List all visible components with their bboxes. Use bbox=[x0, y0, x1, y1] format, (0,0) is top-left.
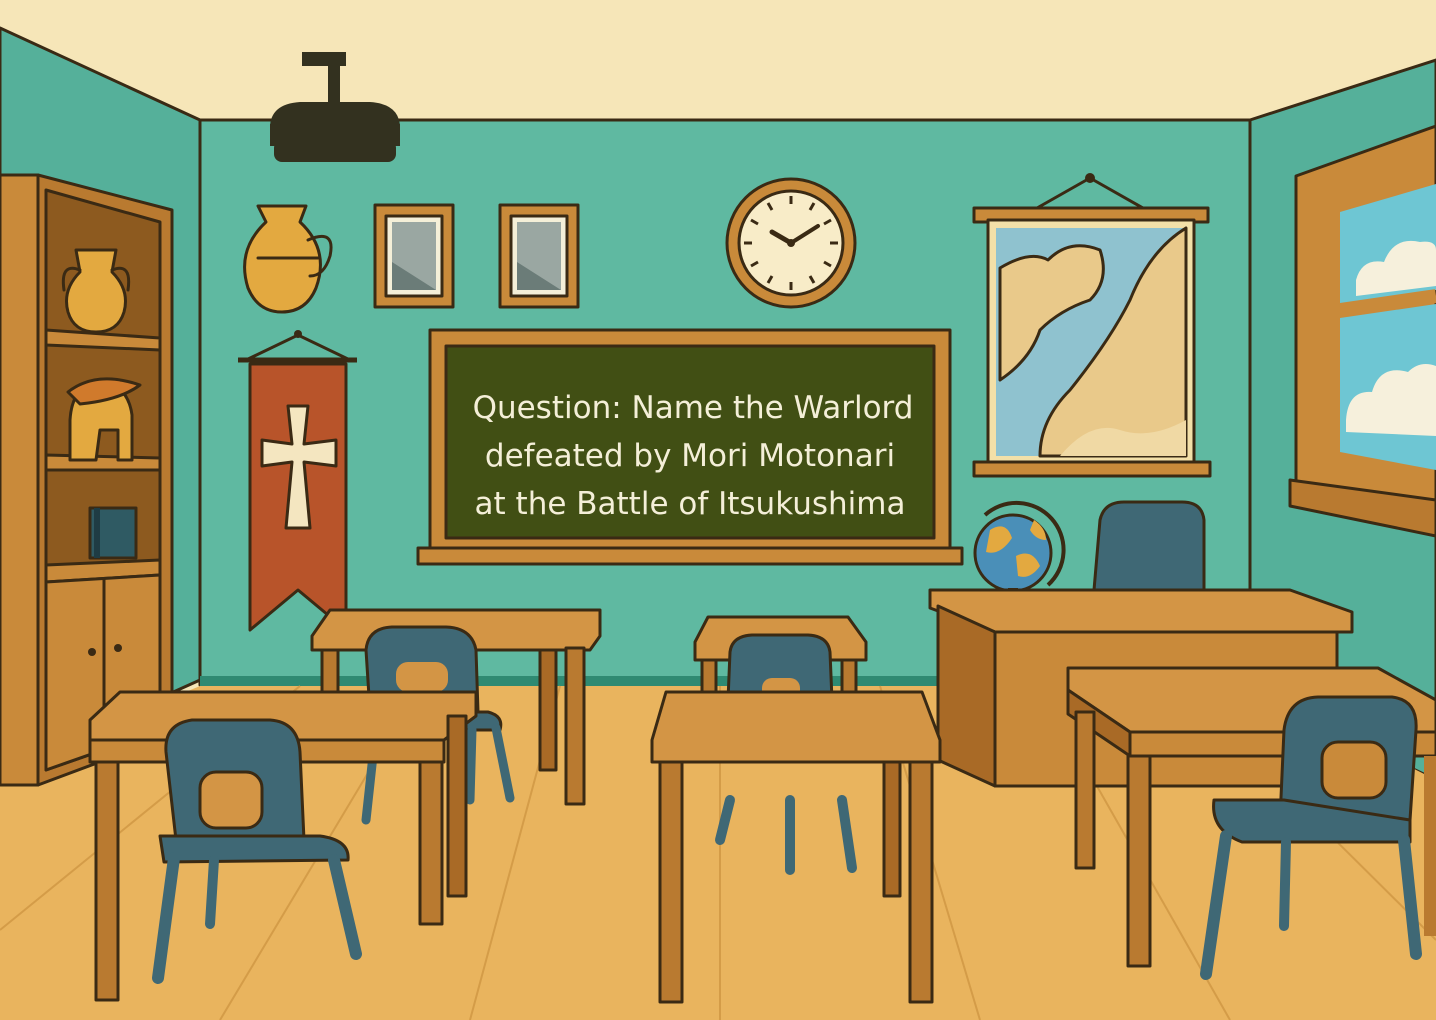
student-chair bbox=[726, 633, 834, 702]
banner-cross-icon bbox=[238, 330, 357, 632]
map bbox=[972, 173, 1212, 478]
classroom-scene: Question: Name the Warlord defeated by M… bbox=[0, 0, 1436, 1020]
chalkboard: Question: Name the Warlord defeated by M… bbox=[416, 328, 964, 566]
ceiling bbox=[0, 0, 1436, 120]
picture-frame bbox=[373, 203, 455, 309]
clock bbox=[725, 177, 857, 309]
chalkboard-line-3: at the Battle of Itsukushima bbox=[475, 486, 906, 522]
book-icon bbox=[88, 506, 138, 560]
picture-frame bbox=[498, 203, 580, 309]
chalkboard-line-2: defeated by Mori Motonari bbox=[485, 438, 895, 474]
window bbox=[1288, 124, 1436, 538]
chalkboard-line-1: Question: Name the Warlord bbox=[473, 390, 914, 426]
teacher-chair bbox=[1092, 500, 1206, 592]
